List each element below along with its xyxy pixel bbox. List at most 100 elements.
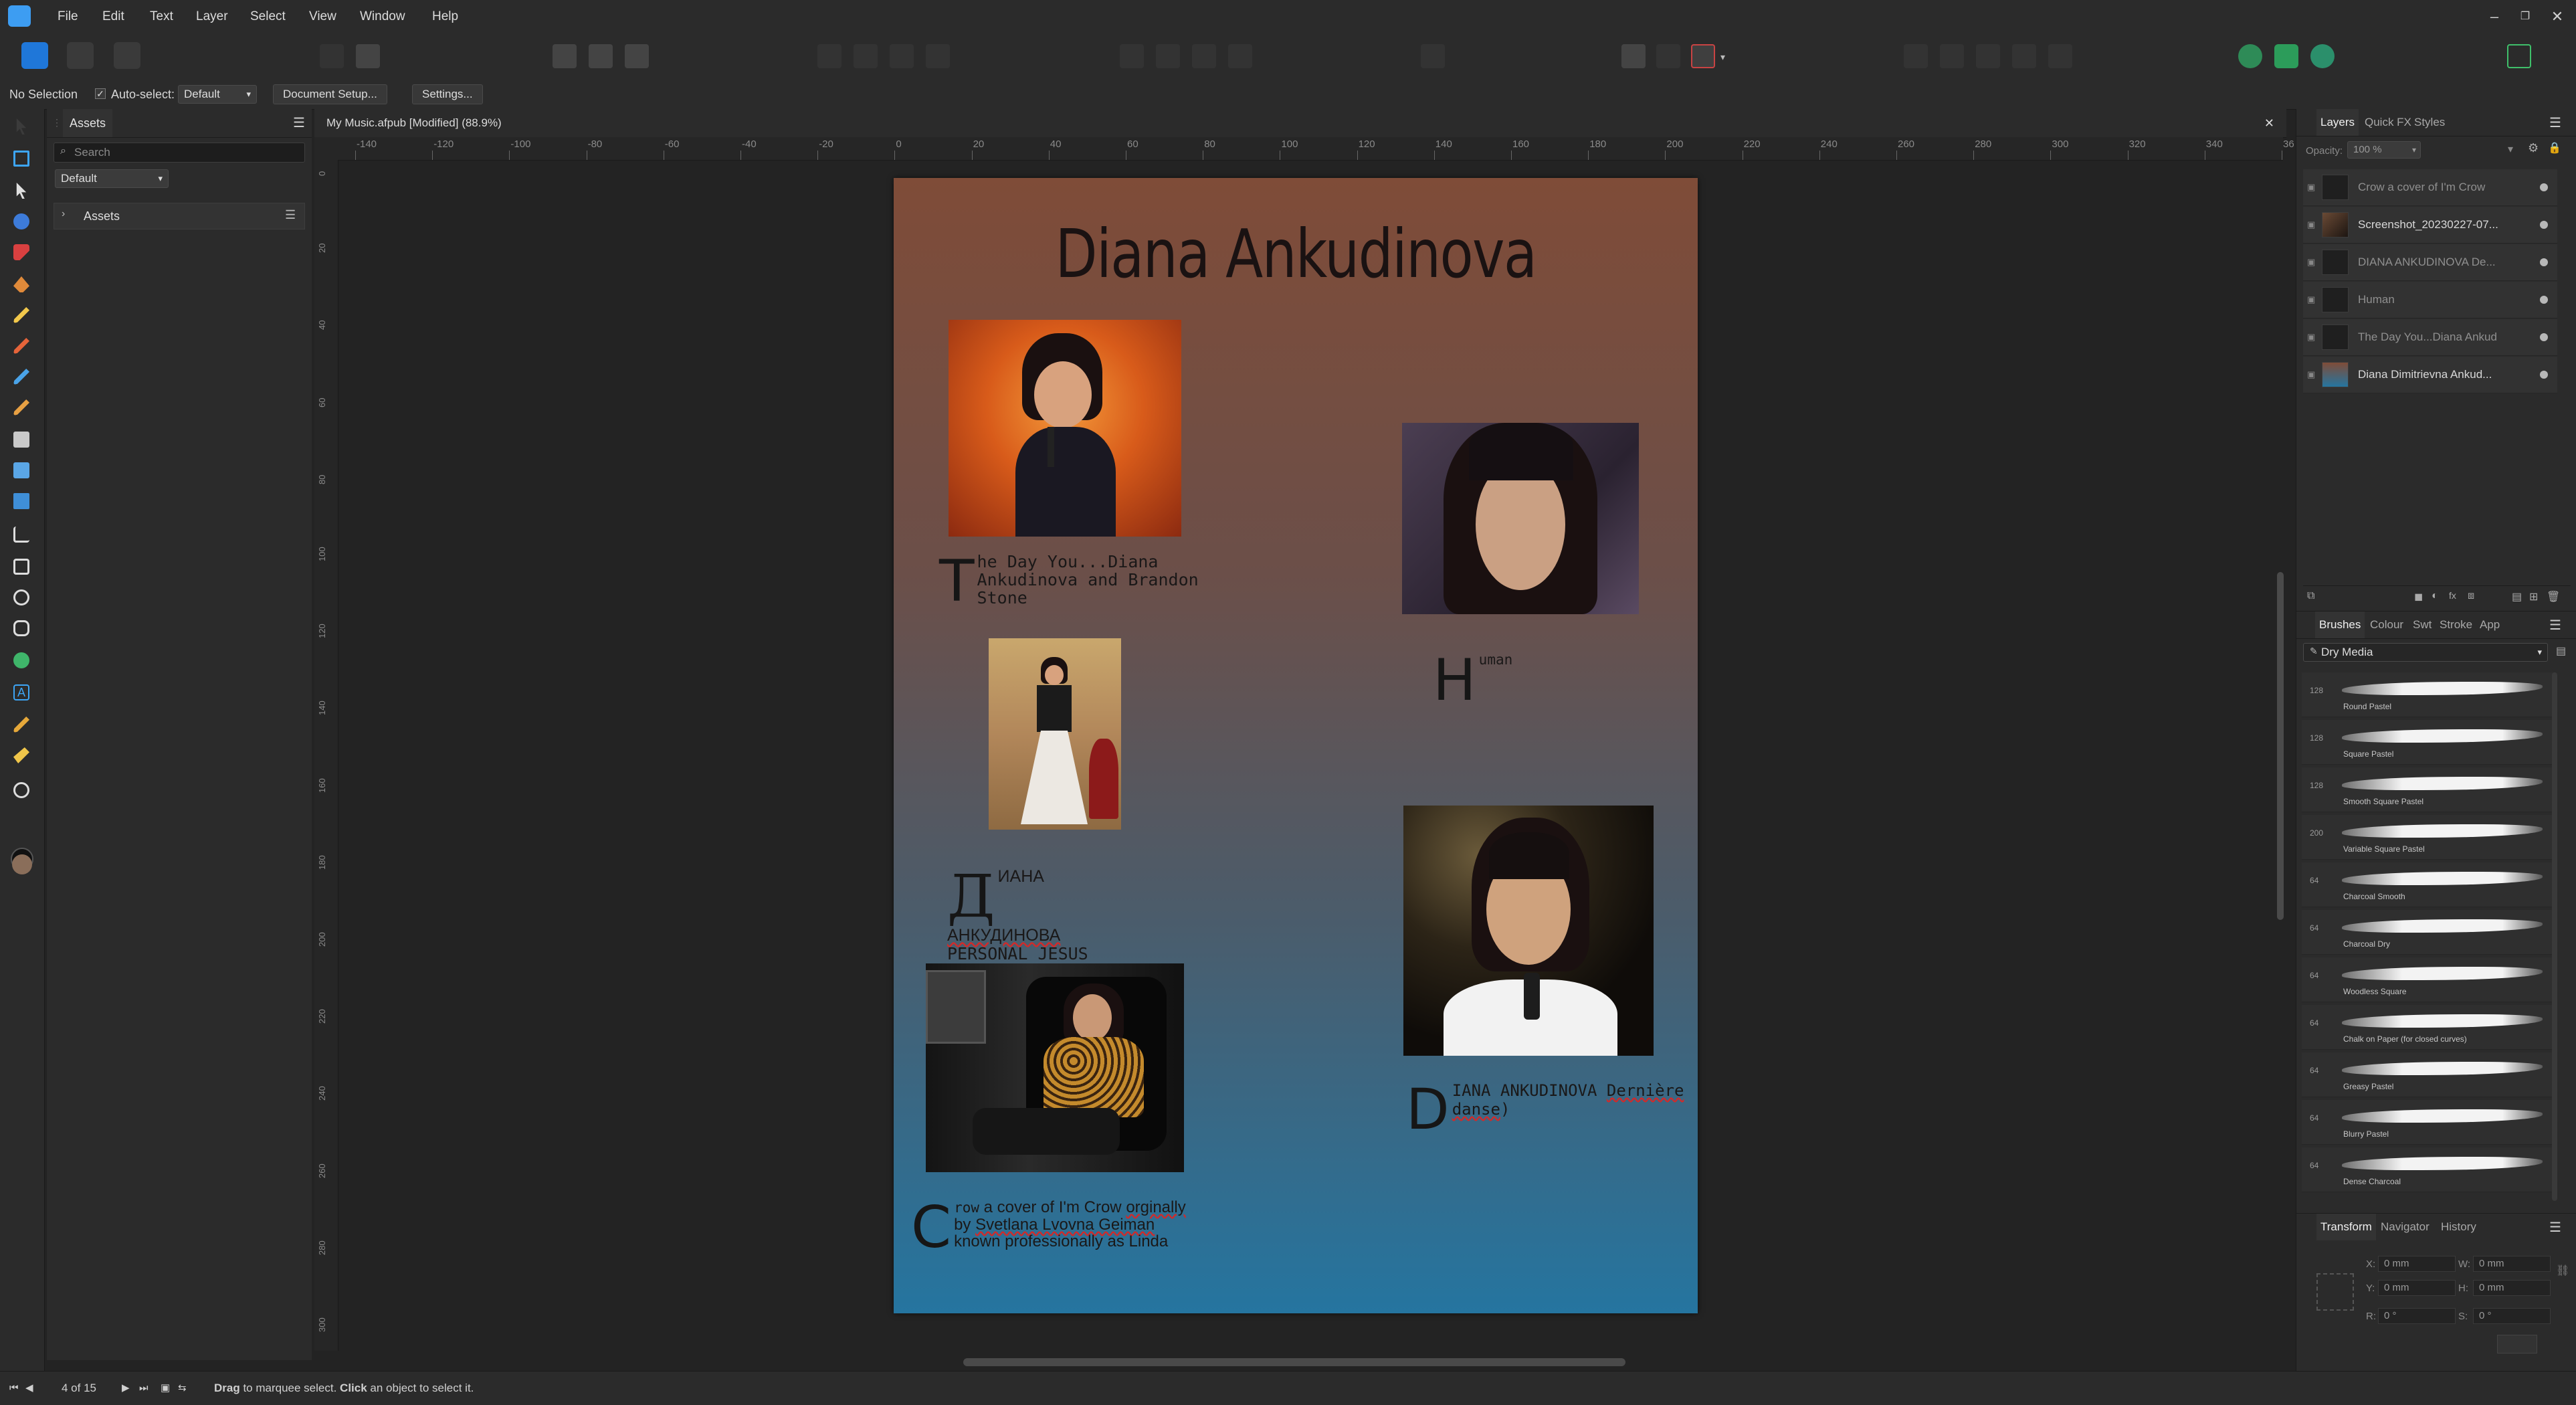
layer-visibility-icon[interactable] <box>2540 221 2548 229</box>
tab-navigator[interactable]: Navigator <box>2377 1214 2434 1240</box>
fill-tool-icon[interactable] <box>9 365 33 389</box>
photo-persona-icon[interactable] <box>67 42 94 69</box>
layer-visibility-icon[interactable] <box>2540 258 2548 266</box>
settings-button[interactable]: Settings... <box>412 84 483 104</box>
tab-transform[interactable]: Transform <box>2316 1214 2376 1240</box>
layer-row[interactable]: ▣ Crow a cover of I'm Crow <box>2303 169 2557 206</box>
layer-row[interactable]: ▣ Diana Dimitrievna Ankud... <box>2303 357 2557 393</box>
frame-text-tool-icon[interactable]: A <box>9 680 33 705</box>
live-filter-icon[interactable]: ⧈ <box>2468 590 2474 602</box>
brush-list-menu-icon[interactable]: ▤ <box>2556 644 2566 658</box>
transform-origin-button[interactable] <box>2497 1335 2537 1353</box>
arrange-icon[interactable] <box>890 44 914 68</box>
boolean-intersect-icon[interactable] <box>1976 44 2000 68</box>
brush-preset[interactable]: 200 Variable Square Pastel <box>2302 815 2556 860</box>
move-tool-icon[interactable] <box>9 114 33 138</box>
page-options-icon[interactable]: ⇆ <box>178 1372 187 1405</box>
next-page-icon[interactable]: ▶ <box>122 1372 130 1405</box>
brush-preset[interactable]: 128 Smooth Square Pastel <box>2302 767 2556 812</box>
duplicate-layer-icon[interactable]: ⊞ <box>2529 590 2538 603</box>
layer-row[interactable]: ▣ DIANA ANKUDINOVA De... <box>2303 244 2557 281</box>
layer-checkbox-icon[interactable]: ▣ <box>2307 282 2315 318</box>
opacity-dropdown[interactable]: 100 % ▾ <box>2347 141 2421 159</box>
fx-icon[interactable]: fx <box>2449 590 2456 601</box>
caption-human[interactable]: Human <box>1433 652 1512 709</box>
align-left-icon[interactable] <box>1120 44 1144 68</box>
designer-persona-icon[interactable] <box>114 42 140 69</box>
page-title[interactable]: Diana Ankudinova <box>966 215 1625 293</box>
add-layer-icon[interactable]: ▤ <box>2512 590 2522 603</box>
menu-text[interactable]: Text <box>150 0 173 33</box>
layer-visibility-icon[interactable] <box>2540 371 2548 379</box>
blend-mode-chevron-icon[interactable]: ▾ <box>2508 143 2513 156</box>
snap-bounds-icon[interactable] <box>589 44 613 68</box>
tab-styles[interactable]: Styles <box>2410 109 2449 136</box>
layer-checkbox-icon[interactable]: ▣ <box>2307 244 2315 280</box>
brush-list-scrollbar[interactable] <box>2552 672 2557 1201</box>
menu-file[interactable]: File <box>58 0 78 33</box>
photo-white-dress[interactable] <box>989 638 1121 830</box>
node-tool-icon[interactable] <box>9 179 33 203</box>
layer-checkbox-icon[interactable]: ▣ <box>2307 357 2315 393</box>
measure-tool-icon[interactable] <box>9 743 33 767</box>
brush-preset[interactable]: 64 Charcoal Smooth <box>2302 862 2556 907</box>
picture-frame-tool-icon[interactable] <box>9 489 33 513</box>
tab-history[interactable]: History <box>2437 1214 2480 1240</box>
brush-preset[interactable]: 64 Chalk on Paper (for closed curves) <box>2302 1005 2556 1050</box>
layer-visibility-icon[interactable] <box>2540 296 2548 304</box>
close-window-icon[interactable]: ✕ <box>2541 0 2574 33</box>
layer-checkbox-icon[interactable]: ▣ <box>2307 207 2315 243</box>
tab-layers[interactable]: Layers <box>2316 109 2359 136</box>
previous-page-icon[interactable]: ◀ <box>25 1372 33 1405</box>
boolean-add-icon[interactable] <box>1904 44 1928 68</box>
anchor-point-selector[interactable] <box>2316 1273 2354 1311</box>
restore-icon[interactable]: ❐ <box>2508 0 2542 33</box>
align-center-icon[interactable] <box>1156 44 1180 68</box>
snapping-icon[interactable] <box>1621 44 1646 68</box>
frame-tool-icon[interactable] <box>9 147 33 171</box>
document-setup-button[interactable]: Document Setup... <box>273 84 387 104</box>
tab-assets[interactable]: Assets <box>63 109 113 137</box>
rotation-input[interactable]: 0 ° <box>2378 1308 2456 1324</box>
pixel-grid-icon[interactable] <box>1656 44 1680 68</box>
auto-select-checkbox[interactable]: ✓ <box>95 88 106 99</box>
brush-preset[interactable]: 64 Blurry Pastel <box>2302 1100 2556 1145</box>
studio-link-2-icon[interactable] <box>2274 44 2298 68</box>
tab-appearance[interactable]: App <box>2476 612 2504 638</box>
pixel-tool-icon[interactable] <box>9 428 33 452</box>
align-right-icon[interactable] <box>1192 44 1216 68</box>
layer-checkbox-icon[interactable]: ▣ <box>2307 169 2315 205</box>
layer-row[interactable]: ▣ The Day You...Diana Ankud <box>2303 319 2557 356</box>
adjustment-icon[interactable]: ◐ <box>2432 590 2438 602</box>
caption-derniere-danse[interactable]: D IANA ANKUDINOVA Dernière danse) <box>1406 1081 1694 1137</box>
photo-close-up-portrait[interactable] <box>1402 423 1639 614</box>
y-input[interactable]: 0 mm <box>2378 1280 2456 1296</box>
studio-link-3-icon[interactable] <box>2310 44 2335 68</box>
snap-geometry-icon[interactable] <box>625 44 649 68</box>
vector-brush-tool-icon[interactable] <box>9 334 33 358</box>
boolean-subtract-icon[interactable] <box>1940 44 1964 68</box>
brush-preset[interactable]: 128 Round Pastel <box>2302 672 2556 717</box>
layer-visibility-icon[interactable] <box>2540 183 2548 191</box>
brush-preset[interactable]: 64 Woodless Square <box>2302 957 2556 1002</box>
lock-icon[interactable]: 🔒 <box>2548 141 2561 155</box>
pencil-tool-icon[interactable] <box>9 303 33 327</box>
document-tab-title[interactable]: My Music.afpub [Modified] (88.9%) <box>326 116 502 129</box>
last-page-icon[interactable]: ⏭ <box>139 1372 148 1405</box>
view-mode-icon[interactable] <box>356 44 380 68</box>
color-picker-tool-icon[interactable] <box>9 713 33 737</box>
close-document-icon[interactable]: ✕ <box>2264 109 2274 137</box>
layer-row[interactable]: ▣ Human <box>2303 282 2557 318</box>
pen-tool-red-icon[interactable] <box>9 240 33 264</box>
h-input[interactable]: 0 mm <box>2473 1280 2551 1296</box>
tab-colour[interactable]: Colour <box>2366 612 2407 638</box>
layer-row[interactable]: ▣ Screenshot_20230227-07... <box>2303 207 2557 244</box>
layer-visibility-icon[interactable] <box>2540 333 2548 341</box>
publisher-persona-icon[interactable] <box>21 42 48 69</box>
tab-quick-fx[interactable]: Quick FX <box>2361 109 2415 136</box>
erase-brush-tool-icon[interactable] <box>9 458 33 482</box>
caption-personal-jesus[interactable]: Д ИАНА АНКУДИНОВА PERSONAL JESUS <box>947 867 1088 963</box>
panel-menu-icon[interactable]: ☰ <box>293 114 305 131</box>
snap-options-chevron-icon[interactable]: ▾ <box>1720 52 1725 63</box>
shape-tool-icon[interactable] <box>9 648 33 672</box>
